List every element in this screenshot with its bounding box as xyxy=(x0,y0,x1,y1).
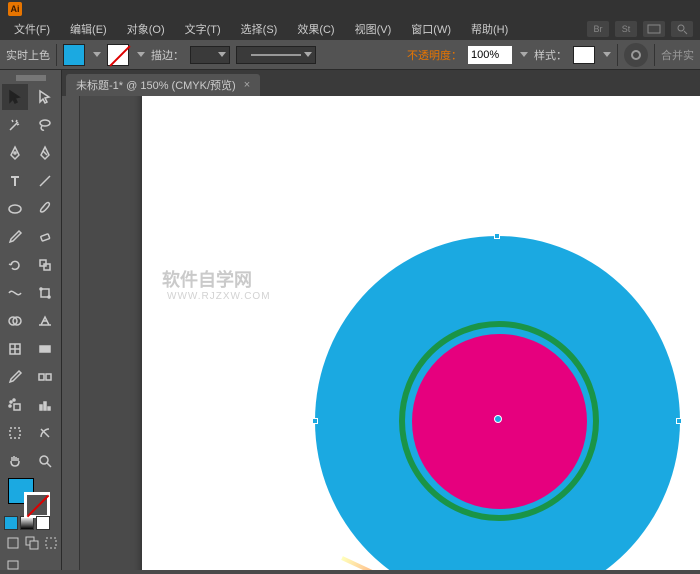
arrange-badge[interactable] xyxy=(643,21,665,37)
center-anchor-icon xyxy=(494,415,502,423)
stroke-color-box[interactable] xyxy=(24,492,50,518)
pencil-tool[interactable] xyxy=(2,224,28,250)
separator-3 xyxy=(654,44,655,66)
none-mode-icon[interactable] xyxy=(36,516,50,530)
style-dropdown-icon[interactable] xyxy=(603,52,611,57)
toolbox-handle[interactable] xyxy=(2,74,59,82)
fill-swatch[interactable] xyxy=(63,44,85,66)
toolbox xyxy=(0,70,62,570)
stroke-width-field[interactable] xyxy=(190,46,230,64)
artboard-tool[interactable] xyxy=(2,420,28,446)
hand-tool[interactable] xyxy=(2,448,28,474)
selection-handle-top[interactable] xyxy=(494,233,500,239)
width-tool[interactable] xyxy=(2,280,28,306)
menu-view[interactable]: 视图(V) xyxy=(345,21,402,37)
style-swatch[interactable] xyxy=(573,46,595,64)
scale-tool[interactable] xyxy=(32,252,58,278)
document-tab[interactable]: 未标题-1* @ 150% (CMYK/预览) × xyxy=(66,74,260,96)
rotate-tool[interactable] xyxy=(2,252,28,278)
line-tool[interactable] xyxy=(32,168,58,194)
bridge-badge[interactable]: Br xyxy=(587,21,609,37)
menu-effect[interactable]: 效果(C) xyxy=(287,21,344,37)
control-bar: 实时上色 描边： 不透明度： 100% 样式： 合并实 xyxy=(0,40,700,70)
menu-object[interactable]: 对象(O) xyxy=(117,21,175,37)
menu-select[interactable]: 选择(S) xyxy=(231,21,288,37)
stock-badge[interactable]: St xyxy=(615,21,637,37)
opacity-dropdown-icon[interactable] xyxy=(520,52,528,57)
pen-tool[interactable] xyxy=(2,140,28,166)
document-tab-title: 未标题-1* @ 150% (CMYK/预览) xyxy=(76,77,236,93)
recolor-icon[interactable] xyxy=(624,43,648,67)
screen-mode-icon[interactable] xyxy=(4,556,22,574)
app-icon: Ai xyxy=(8,2,22,16)
mesh-tool[interactable] xyxy=(2,336,28,362)
color-mode-icon[interactable] xyxy=(4,516,18,530)
curvature-tool[interactable] xyxy=(32,140,58,166)
style-label: 样式： xyxy=(534,47,567,63)
mode-label: 实时上色 xyxy=(6,47,50,63)
menu-window[interactable]: 窗口(W) xyxy=(401,21,461,37)
symbol-sprayer-tool[interactable] xyxy=(2,392,28,418)
stroke-swatch[interactable] xyxy=(107,44,129,66)
fill-stroke-indicator[interactable] xyxy=(2,478,59,514)
separator-2 xyxy=(617,44,618,66)
eyedropper-tool[interactable] xyxy=(2,364,28,390)
menu-bar: 文件(F) 编辑(E) 对象(O) 文字(T) 选择(S) 效果(C) 视图(V… xyxy=(0,18,700,40)
stroke-dropdown-icon[interactable] xyxy=(137,52,145,57)
stroke-label: 描边： xyxy=(151,47,184,63)
opacity-label: 不透明度： xyxy=(407,47,462,63)
app-title-bar: Ai xyxy=(0,0,700,18)
close-icon[interactable]: × xyxy=(244,79,250,91)
blend-tool[interactable] xyxy=(32,364,58,390)
selection-handle-right[interactable] xyxy=(676,418,682,424)
draw-behind-icon[interactable] xyxy=(23,534,40,552)
selection-tool[interactable] xyxy=(2,84,28,110)
draw-normal-icon[interactable] xyxy=(4,534,21,552)
menu-edit[interactable]: 编辑(E) xyxy=(60,21,117,37)
lasso-tool[interactable] xyxy=(32,112,58,138)
column-graph-tool[interactable] xyxy=(32,392,58,418)
gradient-mode-icon[interactable] xyxy=(20,516,34,530)
workspace: 未标题-1* @ 150% (CMYK/预览) × 软件自学网 WWW.RJZX… xyxy=(0,70,700,570)
selection-handle-left[interactable] xyxy=(312,418,318,424)
perspective-tool[interactable] xyxy=(32,308,58,334)
shape-builder-tool[interactable] xyxy=(2,308,28,334)
menu-help[interactable]: 帮助(H) xyxy=(461,21,518,37)
watermark-url: WWW.RJZXW.COM xyxy=(167,291,271,302)
direct-selection-tool[interactable] xyxy=(32,84,58,110)
menu-type[interactable]: 文字(T) xyxy=(175,21,231,37)
stroke-dash-field[interactable] xyxy=(236,46,316,64)
zoom-tool[interactable] xyxy=(32,448,58,474)
merge-button[interactable]: 合并实 xyxy=(661,47,694,63)
slice-tool[interactable] xyxy=(32,420,58,446)
magic-wand-tool[interactable] xyxy=(2,112,28,138)
canvas-area[interactable]: 软件自学网 WWW.RJZXW.COM xyxy=(62,96,700,570)
gradient-tool[interactable] xyxy=(32,336,58,362)
fill-dropdown-icon[interactable] xyxy=(93,52,101,57)
opacity-field[interactable]: 100% xyxy=(468,46,512,64)
draw-inside-icon[interactable] xyxy=(42,534,59,552)
ruler-vertical xyxy=(62,96,80,570)
search-badge[interactable] xyxy=(671,21,693,37)
canvas-wrap: 未标题-1* @ 150% (CMYK/预览) × 软件自学网 WWW.RJZX… xyxy=(62,70,700,570)
watermark-text: 软件自学网 xyxy=(162,266,252,292)
type-tool[interactable] xyxy=(2,168,28,194)
separator xyxy=(56,44,57,66)
menu-file[interactable]: 文件(F) xyxy=(4,21,60,37)
eraser-tool[interactable] xyxy=(32,224,58,250)
paintbrush-tool[interactable] xyxy=(32,196,58,222)
document-tab-bar: 未标题-1* @ 150% (CMYK/预览) × xyxy=(62,70,700,96)
free-transform-tool[interactable] xyxy=(32,280,58,306)
ellipse-tool[interactable] xyxy=(2,196,28,222)
